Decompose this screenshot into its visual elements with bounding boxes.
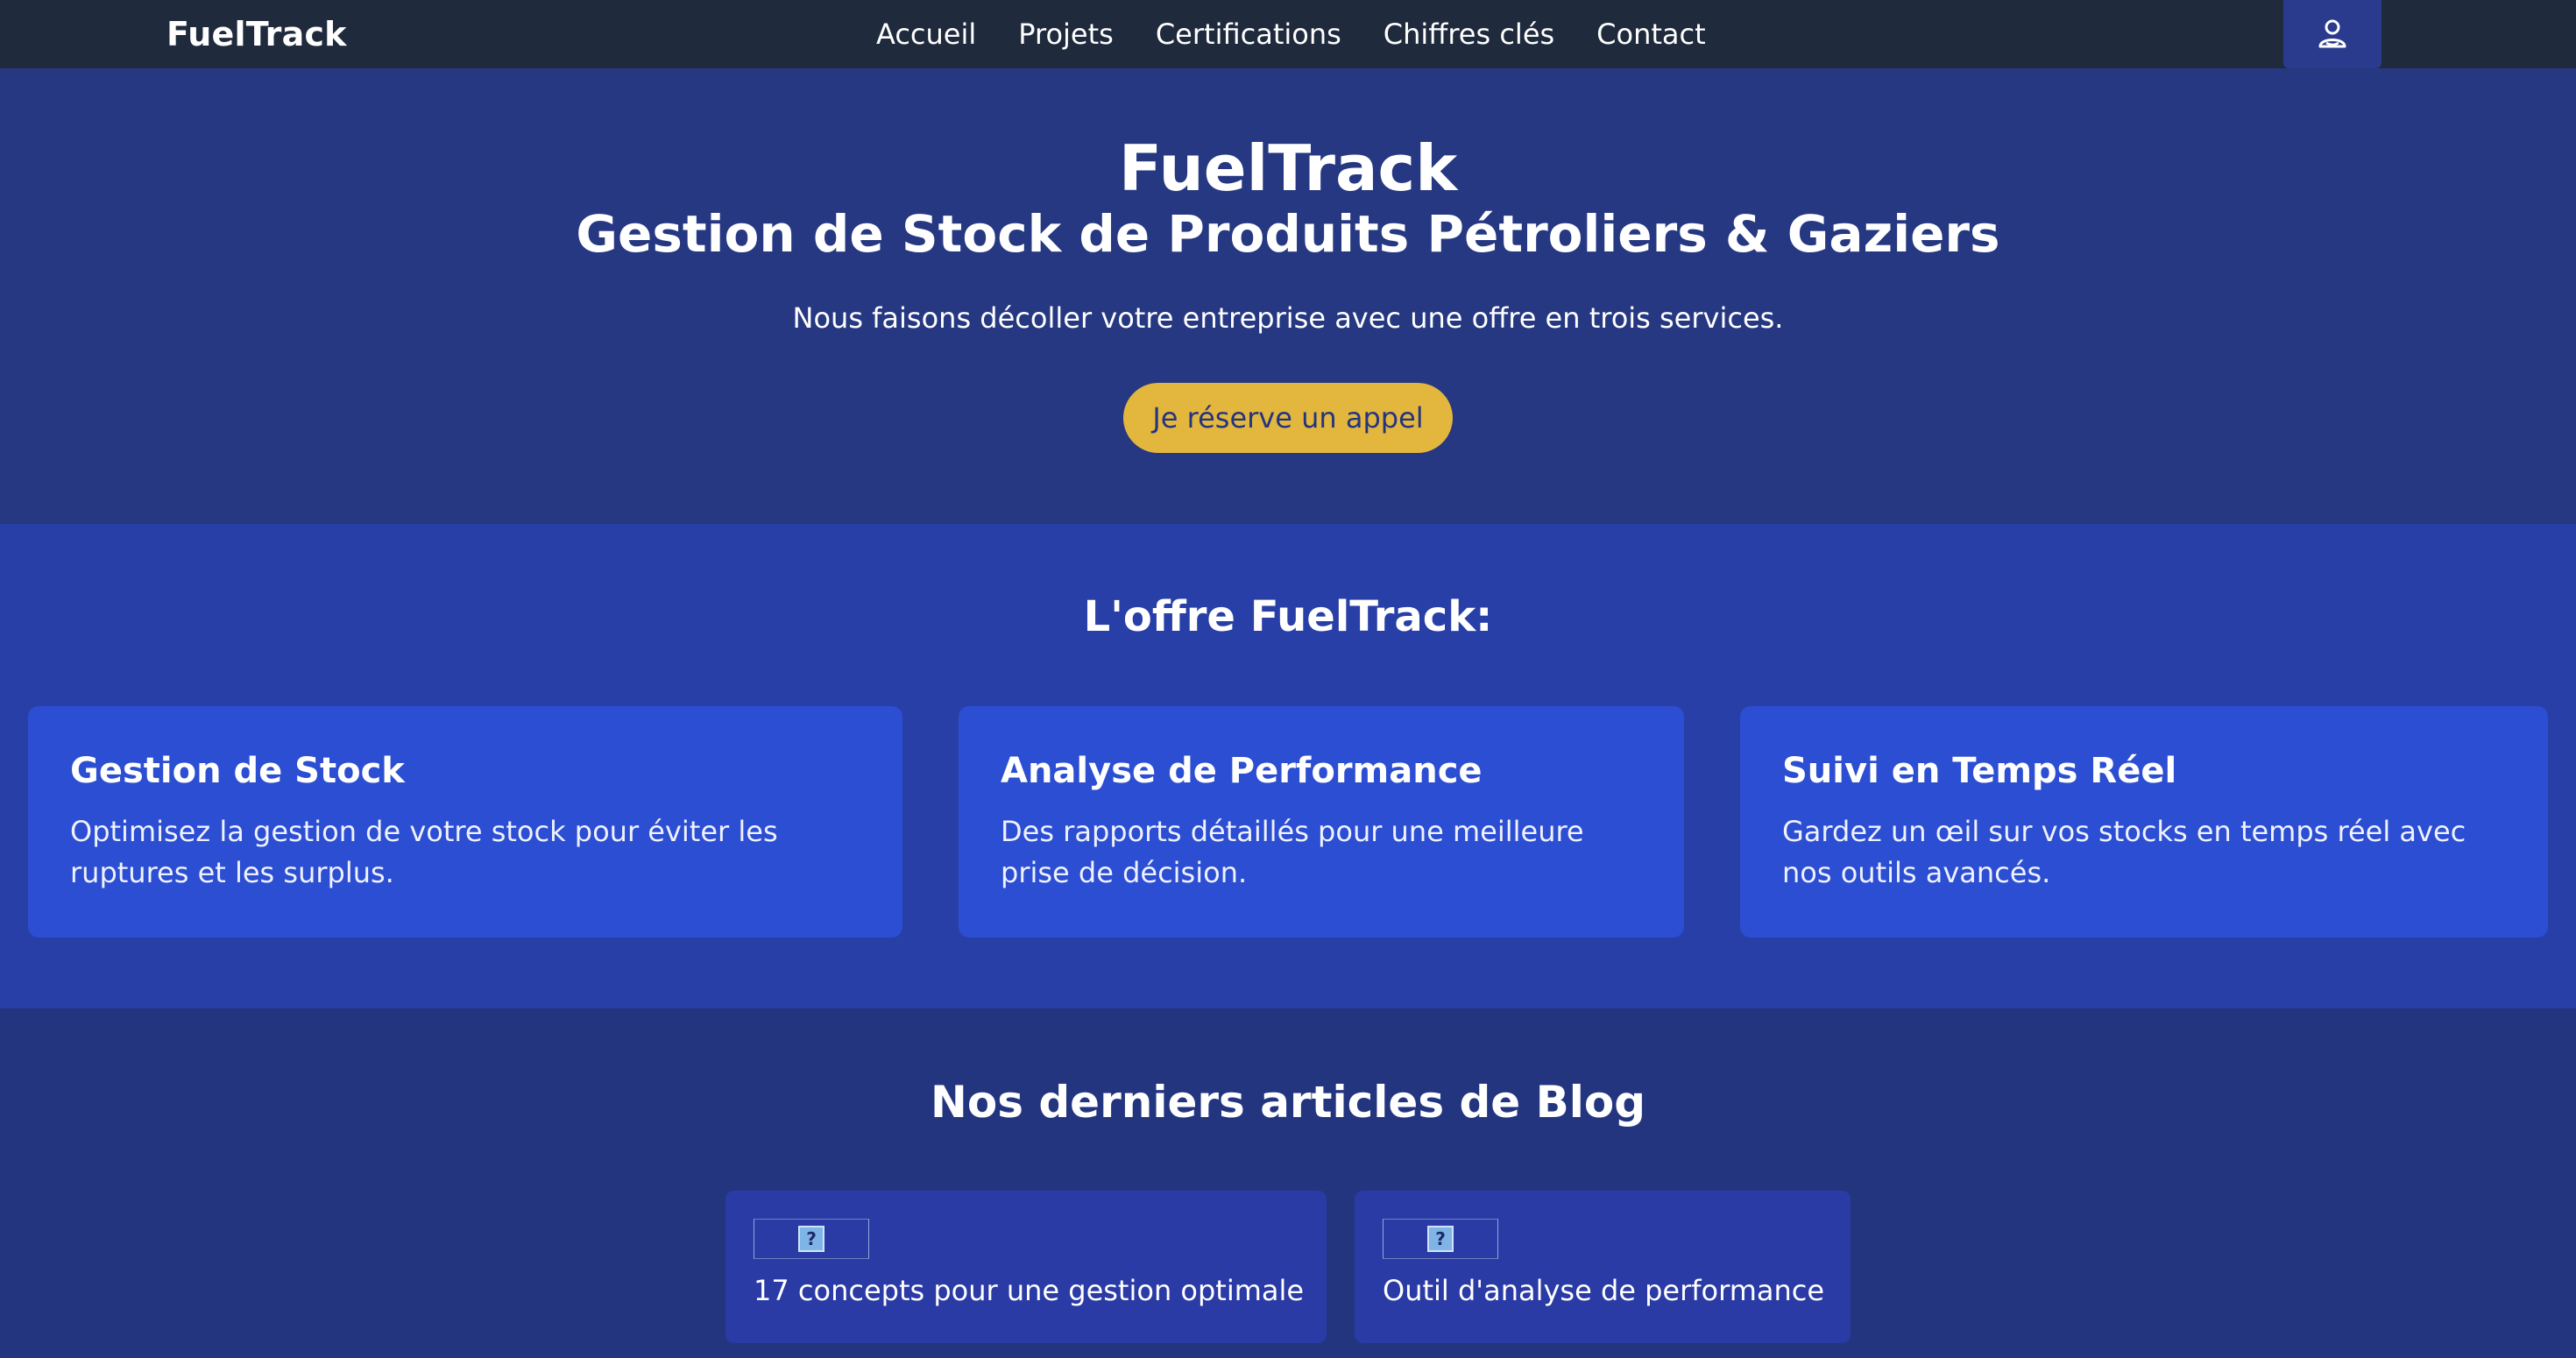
account-button[interactable] bbox=[2283, 0, 2381, 68]
nav-link-projets[interactable]: Projets bbox=[1018, 18, 1114, 51]
offer-card-title: Analyse de Performance bbox=[1001, 751, 1483, 791]
offer-heading: L'offre FuelTrack: bbox=[1083, 592, 1493, 641]
offer-card-analyse-performance: Analyse de Performance Des rapports déta… bbox=[959, 706, 1684, 937]
top-navigation-bar: FuelTrack Accueil Projets Certifications… bbox=[0, 0, 2576, 68]
article-thumbnail: ? bbox=[754, 1219, 869, 1259]
article-thumbnail: ? bbox=[1383, 1219, 1498, 1259]
offer-section: L'offre FuelTrack: Gestion de Stock Opti… bbox=[0, 524, 2576, 1008]
offer-card-line: prise de décision. bbox=[1001, 856, 1248, 889]
offer-card-line: ruptures et les surplus. bbox=[70, 856, 394, 889]
blog-article-card[interactable]: ? 17 concepts pour une gestion optimale bbox=[725, 1191, 1327, 1343]
article-title[interactable]: Outil d'analyse de performance bbox=[1383, 1273, 1824, 1310]
offer-card-line: Optimisez la gestion de votre stock pour… bbox=[70, 815, 778, 848]
offer-card-line: nos outils avancés. bbox=[1782, 856, 2051, 889]
user-icon bbox=[2318, 19, 2346, 48]
broken-image-icon: ? bbox=[798, 1226, 824, 1252]
blog-heading: Nos derniers articles de Blog bbox=[931, 1077, 1645, 1128]
hero-title: FuelTrack bbox=[1118, 131, 1458, 205]
book-call-button[interactable]: Je réserve un appel bbox=[1123, 383, 1453, 453]
offer-card-title: Gestion de Stock bbox=[70, 751, 405, 791]
main-nav: Accueil Projets Certifications Chiffres … bbox=[876, 0, 1706, 68]
hero-section: FuelTrack Gestion de Stock de Produits P… bbox=[0, 68, 2576, 524]
offer-card-title: Suivi en Temps Réel bbox=[1782, 751, 2177, 791]
nav-link-contact[interactable]: Contact bbox=[1596, 18, 1706, 51]
offer-card-suivi-temps-reel: Suivi en Temps Réel Gardez un œil sur vo… bbox=[1740, 706, 2548, 937]
blog-section: Nos derniers articles de Blog ? 17 conce… bbox=[0, 1008, 2576, 1358]
brand-logo[interactable]: FuelTrack bbox=[166, 0, 347, 68]
hero-subtitle: Gestion de Stock de Produits Pétroliers … bbox=[576, 204, 2000, 264]
offer-card-line: Gardez un œil sur vos stocks en temps ré… bbox=[1782, 815, 2466, 848]
nav-link-certifications[interactable]: Certifications bbox=[1156, 18, 1341, 51]
offer-card-description: Des rapports détaillés pour une meilleur… bbox=[1001, 811, 1642, 894]
offer-card-description: Gardez un œil sur vos stocks en temps ré… bbox=[1782, 811, 2506, 894]
offer-card-description: Optimisez la gestion de votre stock pour… bbox=[70, 811, 860, 894]
offer-card-gestion-stock: Gestion de Stock Optimisez la gestion de… bbox=[28, 706, 902, 937]
article-title[interactable]: 17 concepts pour une gestion optimale bbox=[754, 1273, 1304, 1310]
broken-image-icon: ? bbox=[1427, 1226, 1454, 1252]
hero-tagline: Nous faisons décoller votre entreprise a… bbox=[792, 301, 1784, 335]
blog-article-card[interactable]: ? Outil d'analyse de performance bbox=[1355, 1191, 1851, 1343]
nav-link-accueil[interactable]: Accueil bbox=[876, 18, 976, 51]
offer-card-line: Des rapports détaillés pour une meilleur… bbox=[1001, 815, 1584, 848]
nav-link-chiffres-cles[interactable]: Chiffres clés bbox=[1384, 18, 1554, 51]
